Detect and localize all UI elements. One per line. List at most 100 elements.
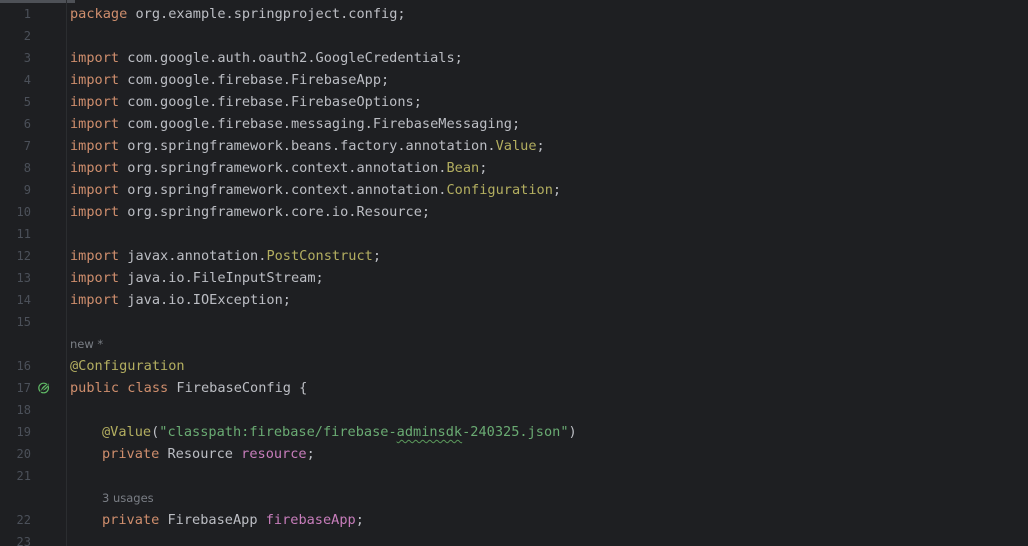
code-token: "classpath:firebase/firebase- (159, 424, 397, 440)
code-token: import (70, 270, 120, 286)
line-number: 11 (16, 227, 31, 241)
code-token: @Value (102, 424, 152, 440)
code-token: FirebaseConfig { (168, 380, 308, 396)
code-editor[interactable]: 1 package org.example.springproject.confi… (0, 0, 1028, 546)
code-token: com.google.firebase.messaging.FirebaseMe… (119, 116, 521, 132)
inlay-hint-row: new * (0, 333, 1028, 355)
code-token: org.springframework.beans.factory.annota… (119, 138, 496, 154)
code-token: ; (536, 138, 545, 154)
code-token: private (102, 512, 160, 528)
code-token: ; (552, 182, 562, 198)
code-text: import org.springframework.context.annot… (70, 157, 487, 179)
code-line[interactable]: 16 @Configuration (0, 355, 1028, 377)
code-token: org.springframework.context.annotation. (119, 160, 447, 176)
code-token: class (127, 380, 169, 396)
line-number: 6 (23, 117, 31, 131)
code-line[interactable]: 7 import org.springframework.beans.factor… (0, 135, 1028, 157)
code-line[interactable]: 5 import com.google.firebase.FirebaseOpti… (0, 91, 1028, 113)
line-number: 1 (23, 7, 31, 21)
code-token: import (70, 72, 120, 88)
code-line[interactable]: 3 import com.google.auth.oauth2.GoogleCre… (0, 47, 1028, 69)
code-line[interactable]: 6 import com.google.firebase.messaging.Fi… (0, 113, 1028, 135)
code-token: ) (568, 424, 577, 440)
code-text: private FirebaseApp firebaseApp; (102, 509, 364, 531)
code-text: import com.google.auth.oauth2.GoogleCred… (70, 47, 463, 69)
code-line[interactable]: 4 import com.google.firebase.FirebaseApp; (0, 69, 1028, 91)
line-number: 18 (16, 403, 31, 417)
line-number: 14 (16, 293, 31, 307)
line-number: 23 (16, 535, 31, 546)
code-text: import com.google.firebase.FirebaseApp; (70, 69, 389, 91)
code-token: import (70, 116, 120, 132)
code-line[interactable]: 9 import org.springframework.context.anno… (0, 179, 1028, 201)
code-line[interactable]: 21 (0, 465, 1028, 487)
code-text: package org.example.springproject.config… (70, 3, 406, 25)
code-line[interactable]: 14 import java.io.IOException; (0, 289, 1028, 311)
code-line[interactable]: 12 import javax.annotation.PostConstruct; (0, 245, 1028, 267)
line-number: 16 (16, 359, 31, 373)
code-token: resource (241, 446, 307, 462)
code-token: adminsdk (396, 424, 463, 440)
code-token: com.google.firebase.FirebaseOptions; (119, 94, 422, 110)
code-text: @Configuration (70, 355, 185, 377)
code-token: import (70, 292, 120, 308)
line-number: 8 (23, 161, 31, 175)
line-number: 13 (16, 271, 31, 285)
code-token: FirebaseApp (159, 512, 266, 528)
code-line[interactable]: 10 import org.springframework.core.io.Res… (0, 201, 1028, 223)
code-line[interactable]: 18 (0, 399, 1028, 421)
code-token: private (102, 446, 160, 462)
code-token: firebaseApp (265, 512, 356, 528)
code-token: import (70, 94, 120, 110)
code-line[interactable]: 23 (0, 531, 1028, 546)
line-number: 4 (23, 73, 31, 87)
code-token: Configuration (446, 182, 553, 198)
code-token: org.springframework.context.annotation. (119, 182, 447, 198)
line-number: 22 (16, 513, 31, 527)
line-number: 9 (23, 183, 31, 197)
spring-bean-icon[interactable] (37, 381, 52, 395)
code-token: ; (355, 512, 364, 528)
code-token: Value (495, 138, 537, 154)
inlay-hint-row: 3 usages (0, 487, 1028, 509)
code-token: import (70, 160, 120, 176)
code-token: PostConstruct (266, 248, 373, 264)
code-text: import java.io.IOException; (70, 289, 291, 311)
code-text: @Value("classpath:firebase/firebase-admi… (102, 421, 577, 443)
line-number: 15 (16, 315, 31, 329)
code-token: import (70, 248, 120, 264)
code-token: ; (479, 160, 488, 176)
code-line[interactable]: 8 import org.springframework.context.anno… (0, 157, 1028, 179)
line-number: 21 (16, 469, 31, 483)
code-token: import (70, 138, 120, 154)
code-line[interactable]: 13 import java.io.FileInputStream; (0, 267, 1028, 289)
code-text: import org.springframework.core.io.Resou… (70, 201, 430, 223)
code-text: import com.google.firebase.messaging.Fir… (70, 113, 520, 135)
code-token: com.google.firebase.FirebaseApp; (119, 72, 390, 88)
code-line[interactable]: 2 (0, 25, 1028, 47)
code-vision-hint[interactable]: 3 usages (102, 487, 154, 509)
code-token: javax.annotation. (119, 248, 267, 264)
code-text: import org.springframework.beans.factory… (70, 135, 545, 157)
code-line[interactable]: 22 private FirebaseApp firebaseApp; (0, 509, 1028, 531)
code-token: @Configuration (70, 358, 185, 374)
line-number: 17 (16, 381, 31, 395)
code-text: import java.io.FileInputStream; (70, 267, 324, 289)
line-number: 19 (16, 425, 31, 439)
code-line[interactable]: 11 (0, 223, 1028, 245)
code-line[interactable]: 15 (0, 311, 1028, 333)
code-token: Bean (446, 160, 480, 176)
line-number: 3 (23, 51, 31, 65)
code-token: org.example.springproject.config; (127, 6, 406, 22)
line-number: 12 (16, 249, 31, 263)
code-line[interactable]: 1 package org.example.springproject.confi… (0, 3, 1028, 25)
code-line[interactable]: 19 @Value("classpath:firebase/firebase-ad… (0, 421, 1028, 443)
line-number: 20 (16, 447, 31, 461)
code-token: com.google.auth.oauth2.GoogleCredentials… (119, 50, 463, 66)
code-token: Resource (159, 446, 242, 462)
code-vision-hint[interactable]: new * (70, 333, 103, 355)
code-token: org.springframework.core.io.Resource; (119, 204, 431, 220)
code-token: import (70, 182, 120, 198)
code-line[interactable]: 17 public class FirebaseConfig { (0, 377, 1028, 399)
code-line[interactable]: 20 private Resource resource; (0, 443, 1028, 465)
